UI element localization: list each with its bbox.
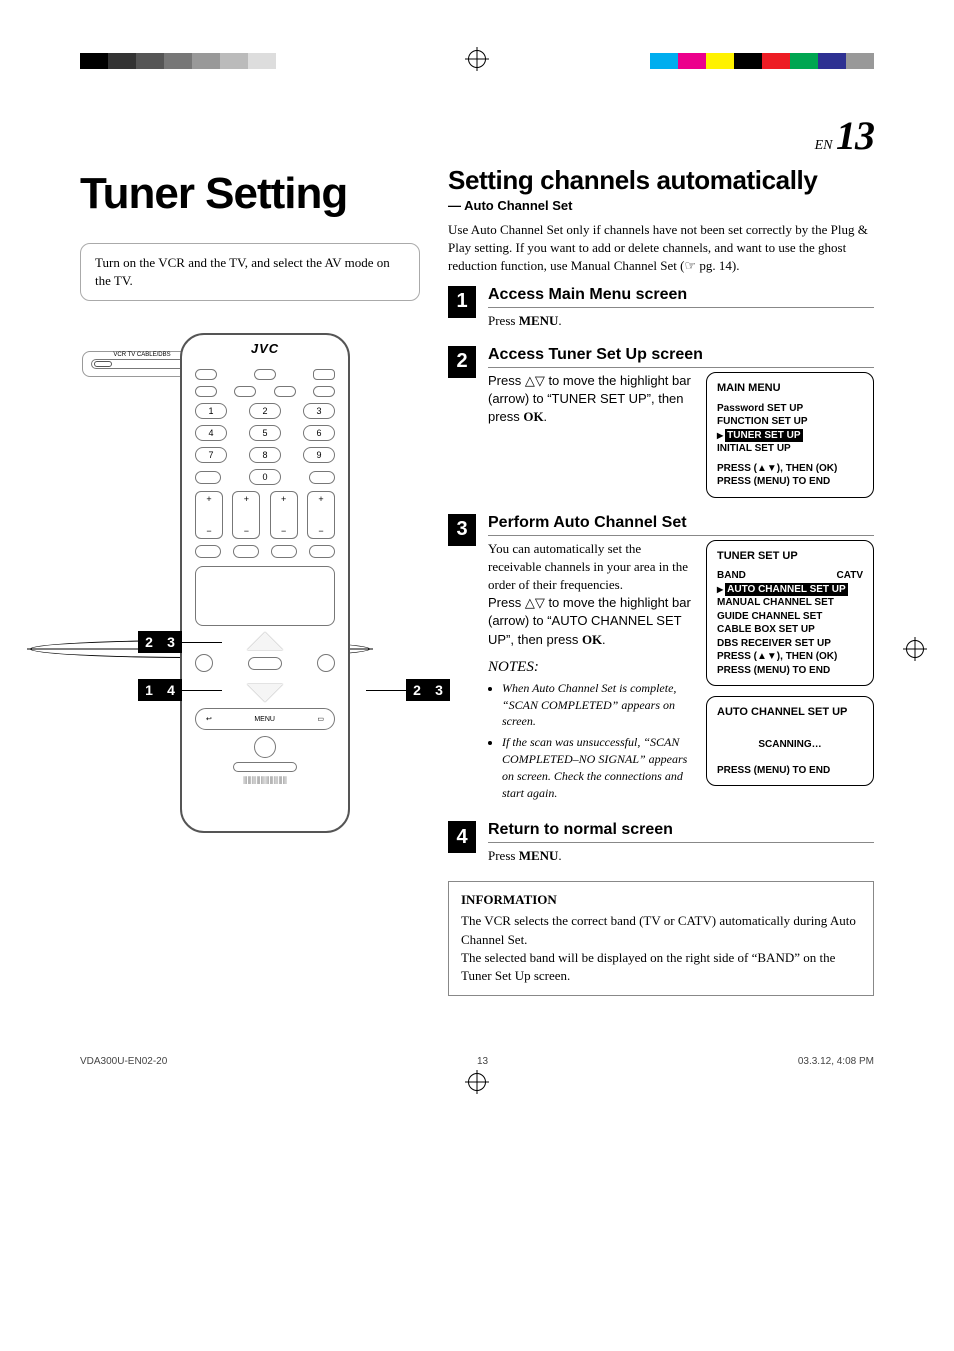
printer-top-bar [80, 50, 874, 72]
manual-page: EN 13 Tuner Setting Turn on the VCR and … [0, 0, 954, 1151]
notes-list: When Auto Channel Set is complete, “SCAN… [488, 680, 694, 802]
step-2: 2 Access Tuner Set Up screen Press △▽ to… [448, 346, 874, 498]
step-text: Press MENU. [488, 312, 874, 330]
keypad-7: 7 [195, 447, 227, 463]
footer-right: 03.3.12, 4:08 PM [798, 1056, 874, 1067]
step-number-icon: 2 [448, 346, 476, 378]
grayscale-swatches [80, 53, 276, 69]
rocker: +− [195, 491, 223, 539]
step-1: 1 Access Main Menu screen Press MENU. [448, 286, 874, 330]
registration-mark-icon [906, 640, 924, 658]
left-column: Tuner Setting Turn on the VCR and the TV… [80, 165, 420, 996]
step-title: Return to normal screen [488, 821, 874, 843]
notes-heading: NOTES: [488, 657, 694, 678]
page-number-value: 13 [836, 113, 874, 158]
right-column: Setting channels automatically — Auto Ch… [448, 165, 874, 996]
lang-label: EN [815, 138, 833, 153]
keypad-9: 9 [303, 447, 335, 463]
rocker: +− [232, 491, 260, 539]
step-number-icon: 3 [448, 514, 476, 546]
step-title: Access Main Menu screen [488, 286, 874, 308]
step-title: Perform Auto Channel Set [488, 514, 874, 536]
rocker: +− [270, 491, 298, 539]
step-text: Press △▽ to move the highlight bar (arro… [488, 372, 694, 498]
remote-diagram: VCR TV CABLE/DBS JVC 1 2 3 [80, 333, 420, 843]
step-number-icon: 1 [448, 286, 476, 318]
remote-body: JVC 1 2 3 4 5 6 [180, 333, 350, 833]
color-swatches [650, 53, 874, 69]
callout-tag: 2 3 [138, 631, 222, 653]
registration-mark-icon [468, 1073, 486, 1091]
instruction-box: Turn on the VCR and the TV, and select t… [80, 243, 420, 301]
brand-logo: JVC [182, 341, 348, 356]
osd-tuner-setup: TUNER SET UP BANDCATV AUTO CHANNEL SET U… [706, 540, 874, 687]
transport-controls [195, 566, 335, 626]
page-footer: VDA300U-EN02-20 13 03.3.12, 4:08 PM [80, 1056, 874, 1067]
section-heading: Setting channels automatically [448, 165, 874, 196]
callout-tag: 2 3 [366, 679, 450, 701]
rocker: +− [307, 491, 335, 539]
section-intro: Use Auto Channel Set only if channels ha… [448, 221, 874, 276]
registration-mark-icon [468, 50, 486, 68]
keypad-8: 8 [249, 447, 281, 463]
information-box: INFORMATION The VCR selects the correct … [448, 881, 874, 996]
keypad-6: 6 [303, 425, 335, 441]
keypad-2: 2 [249, 403, 281, 419]
menu-bar-button: ↩MENU▭ [195, 708, 335, 730]
keypad-0: 0 [249, 469, 281, 485]
osd-auto-channel: AUTO CHANNEL SET UP SCANNING… PRESS (MEN… [706, 696, 874, 786]
keypad-1: 1 [195, 403, 227, 419]
keypad-5: 5 [249, 425, 281, 441]
step-3: 3 Perform Auto Channel Set You can autom… [448, 514, 874, 806]
keypad-3: 3 [303, 403, 335, 419]
step-text: Press MENU. [488, 847, 874, 865]
section-subheading: — Auto Channel Set [448, 198, 874, 213]
page-number: EN 13 [80, 112, 874, 159]
page-title: Tuner Setting [80, 169, 420, 219]
step-4: 4 Return to normal screen Press MENU. [448, 821, 874, 865]
osd-main-menu: MAIN MENU Password SET UP FUNCTION SET U… [706, 372, 874, 498]
info-text: The VCR selects the correct band (TV or … [461, 912, 861, 985]
info-heading: INFORMATION [461, 892, 861, 908]
step-title: Access Tuner Set Up screen [488, 346, 874, 368]
footer-center: 13 [477, 1056, 488, 1067]
callout-tag: 1 4 [138, 679, 222, 701]
step-text: You can automatically set the receivable… [488, 540, 694, 806]
keypad-4: 4 [195, 425, 227, 441]
printer-bottom-bar [80, 1073, 874, 1091]
step-number-icon: 4 [448, 821, 476, 853]
footer-left: VDA300U-EN02-20 [80, 1056, 167, 1067]
